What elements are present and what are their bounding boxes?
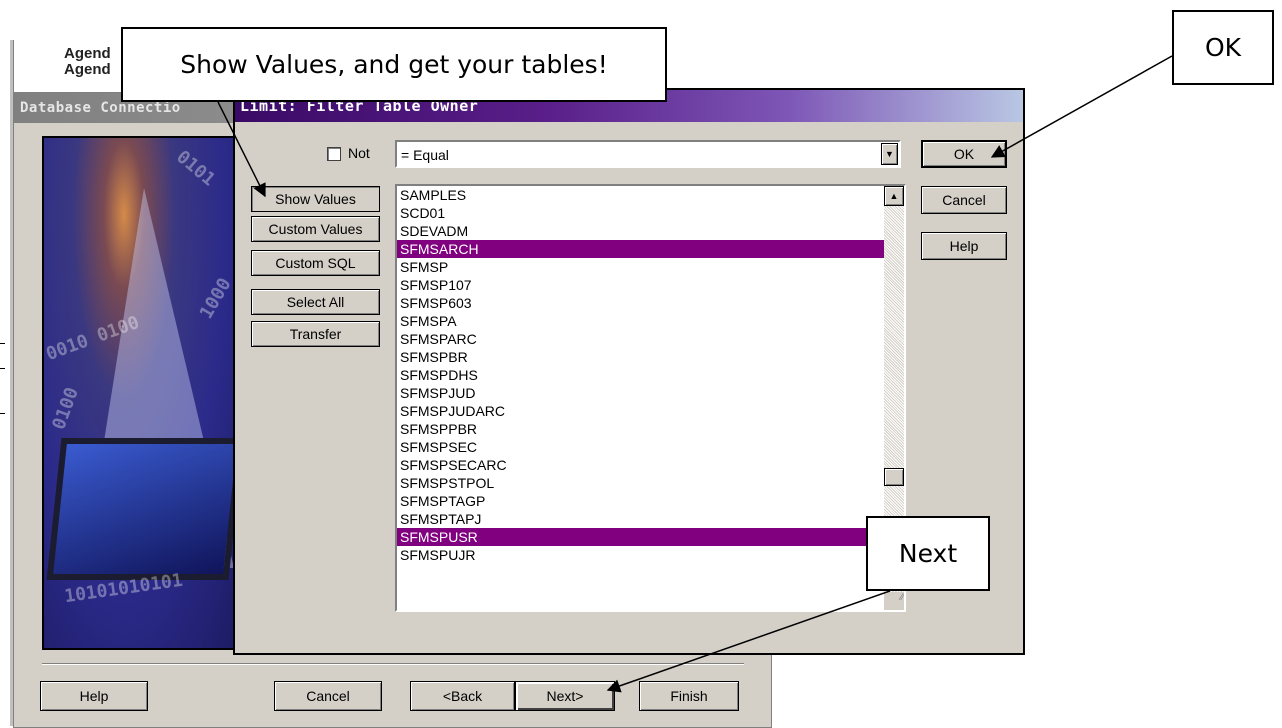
arrow-to-next (606, 590, 891, 693)
arrow-to-show-values (217, 101, 266, 198)
arrow-to-ok (990, 55, 1173, 158)
annotation-arrows (217, 55, 1173, 693)
